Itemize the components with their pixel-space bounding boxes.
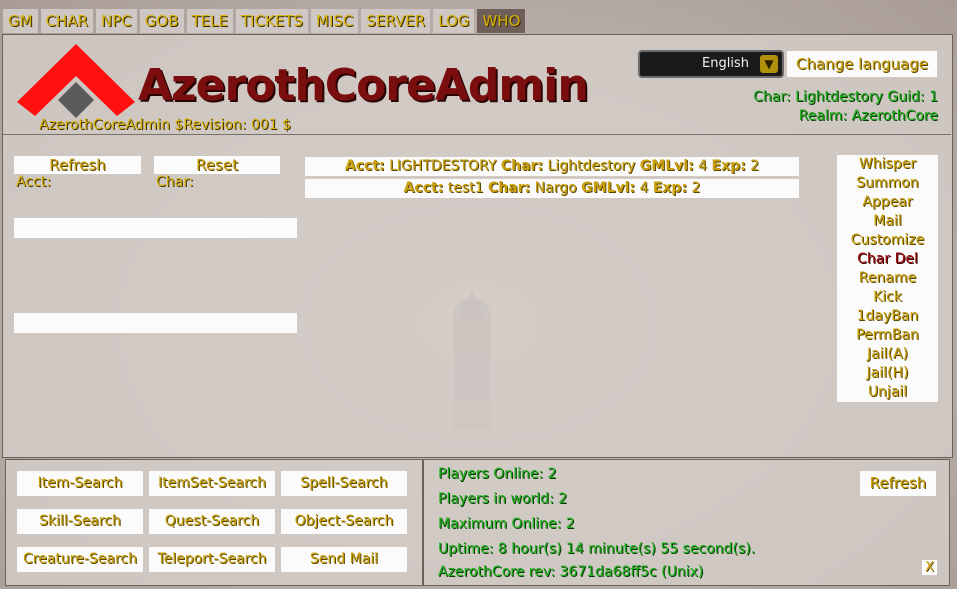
action-summon[interactable]: Summon bbox=[837, 174, 938, 193]
tab-misc[interactable]: MISC bbox=[311, 9, 359, 33]
language-selected: English bbox=[702, 56, 749, 71]
char-info: Char: Lightdestory Guid: 1 Realm: Azerot… bbox=[753, 88, 938, 126]
tab-npc[interactable]: NPC bbox=[96, 9, 137, 33]
players-online: Players Online: 2 bbox=[438, 466, 557, 482]
creature-search-button[interactable]: Creature-Search bbox=[17, 547, 143, 572]
action-whisper[interactable]: Whisper bbox=[837, 155, 938, 174]
tab-tickets[interactable]: TICKETS bbox=[235, 9, 309, 33]
logo-title: AzerothCoreAdmin bbox=[138, 60, 589, 111]
result-row[interactable]: Acct: test1 Char: Nargo GMLvl: 4 Exp: 2 bbox=[305, 179, 799, 198]
players-in-world: Players in world: 2 bbox=[438, 491, 568, 507]
core-revision: AzerothCore rev: 3671da68ff5c (Unix) bbox=[438, 564, 704, 580]
refresh-button[interactable]: Refresh bbox=[14, 156, 141, 174]
result-row[interactable]: Acct: LIGHTDESTORY Char: Lightdestory GM… bbox=[305, 157, 799, 176]
server-refresh-button[interactable]: Refresh bbox=[860, 471, 936, 496]
tab-server[interactable]: SERVER bbox=[361, 9, 431, 33]
char-label: Char: bbox=[156, 174, 194, 190]
spell-search-button[interactable]: Spell-Search bbox=[281, 471, 407, 496]
action-menu: Whisper Summon Appear Mail Customize Char Del… bbox=[837, 155, 938, 402]
itemset-search-button[interactable]: ItemSet-Search bbox=[149, 471, 275, 496]
send-mail-button[interactable]: Send Mail bbox=[281, 547, 407, 572]
tab-log[interactable]: LOG bbox=[433, 9, 475, 33]
action-appear[interactable]: Appear bbox=[837, 193, 938, 212]
object-search-button[interactable]: Object-Search bbox=[281, 509, 407, 534]
action-rename[interactable]: Rename bbox=[837, 269, 938, 288]
action-unjail[interactable]: Unjail bbox=[837, 383, 938, 402]
action-char-del[interactable]: Char Del bbox=[837, 250, 938, 269]
teleport-search-button[interactable]: Teleport-Search bbox=[149, 547, 275, 572]
action-1dayban[interactable]: 1dayBan bbox=[837, 307, 938, 326]
tab-who[interactable]: WHO bbox=[477, 9, 526, 33]
action-jail-h[interactable]: Jail(H) bbox=[837, 364, 938, 383]
revision-text: AzerothCoreAdmin $Revision: 001 $ bbox=[39, 117, 292, 133]
action-customize[interactable]: Customize bbox=[837, 231, 938, 250]
change-language-button[interactable]: Change language bbox=[787, 51, 937, 77]
tab-char[interactable]: CHAR bbox=[40, 9, 94, 33]
top-nav: GM CHAR NPC GOB TELE TICKETS MISC SERVER LOG WHO bbox=[3, 9, 526, 33]
action-kick[interactable]: Kick bbox=[837, 288, 938, 307]
header-divider bbox=[3, 134, 951, 135]
tab-gob[interactable]: GOB bbox=[139, 9, 184, 33]
acct-label: Acct: bbox=[16, 174, 51, 190]
tab-tele[interactable]: TELE bbox=[186, 9, 233, 33]
action-permban[interactable]: PermBan bbox=[837, 326, 938, 345]
close-button[interactable]: X bbox=[922, 560, 937, 575]
quest-search-button[interactable]: Quest-Search bbox=[149, 509, 275, 534]
char-input[interactable] bbox=[14, 313, 297, 333]
dropdown-arrow-icon: ▼ bbox=[760, 55, 778, 73]
char-guid-line: Char: Lightdestory Guid: 1 bbox=[753, 89, 938, 105]
azerothcore-logo-icon bbox=[17, 44, 135, 118]
item-search-button[interactable]: Item-Search bbox=[17, 471, 143, 496]
realm-line: Realm: AzerothCore bbox=[798, 108, 938, 124]
uptime: Uptime: 8 hour(s) 14 minute(s) 55 second… bbox=[438, 541, 756, 557]
maximum-online: Maximum Online: 2 bbox=[438, 516, 575, 532]
language-select[interactable]: English ▼ bbox=[638, 50, 784, 78]
acct-input[interactable] bbox=[14, 218, 297, 238]
action-mail[interactable]: Mail bbox=[837, 212, 938, 231]
action-jail-a[interactable]: Jail(A) bbox=[837, 345, 938, 364]
tab-gm[interactable]: GM bbox=[3, 9, 38, 33]
reset-button[interactable]: Reset bbox=[154, 156, 280, 174]
skill-search-button[interactable]: Skill-Search bbox=[17, 509, 143, 534]
